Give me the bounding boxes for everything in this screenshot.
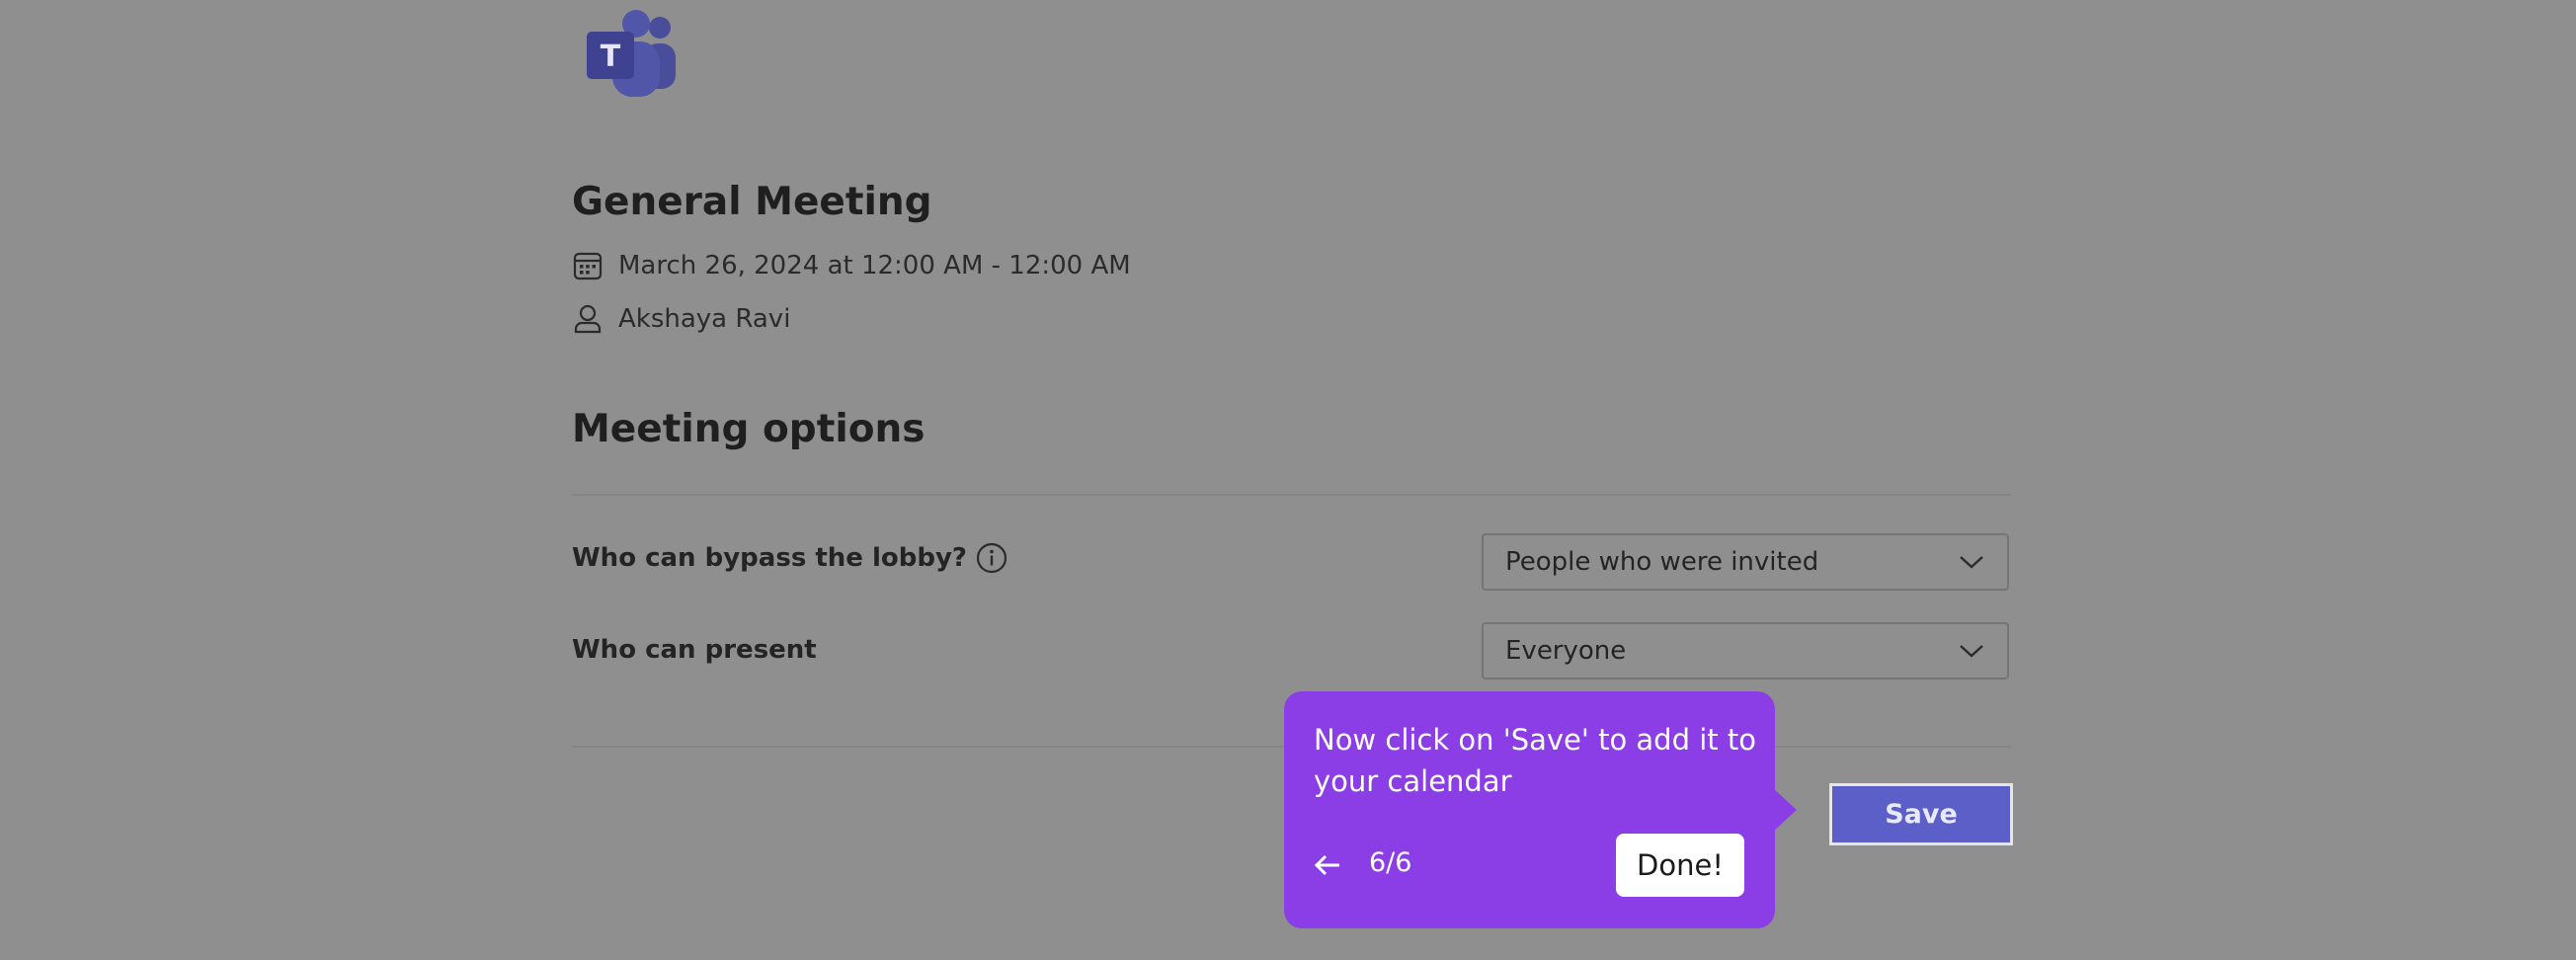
tooltip-text: Now click on 'Save' to add it to your ca… [1314, 723, 1756, 798]
person-icon [574, 304, 602, 334]
lobby-option-label: Who can bypass the lobby? [572, 541, 1008, 575]
meeting-organizer-row: Akshaya Ravi [572, 301, 790, 337]
presenter-option-label: Who can present [572, 635, 817, 665]
meeting-options-heading: Meeting options [572, 407, 926, 451]
who-can-present-value: Everyone [1505, 636, 1627, 666]
meeting-organizer: Akshaya Ravi [618, 304, 791, 334]
teams-logo-icon: T [587, 10, 676, 97]
tooltip-pointer [1773, 788, 1797, 832]
divider-top [572, 494, 2011, 496]
calendar-icon [573, 252, 603, 280]
walkthrough-tooltip: Now click on 'Save' to add it to your ca… [1284, 691, 1797, 928]
tooltip-step-counter: 6/6 [1369, 847, 1412, 878]
lobby-bypass-value: People who were invited [1505, 547, 1819, 577]
who-can-present-select[interactable]: Everyone [1482, 622, 2009, 680]
teams-logo-letter: T [601, 40, 621, 74]
info-icon[interactable] [975, 541, 1008, 575]
arrow-left-icon[interactable] [1312, 849, 1343, 881]
meeting-datetime: March 26, 2024 at 12:00 AM - 12:00 AM [618, 251, 1131, 280]
lobby-option-label-text: Who can bypass the lobby? [572, 543, 967, 573]
meeting-datetime-row: March 26, 2024 at 12:00 AM - 12:00 AM [572, 248, 1131, 283]
meeting-title: General Meeting [572, 180, 932, 224]
done-button[interactable]: Done! [1616, 834, 1744, 897]
chevron-down-icon [1960, 556, 1983, 569]
lobby-bypass-select[interactable]: People who were invited [1482, 533, 2009, 591]
save-button[interactable]: Save [1829, 783, 2013, 845]
chevron-down-icon [1960, 645, 1983, 658]
